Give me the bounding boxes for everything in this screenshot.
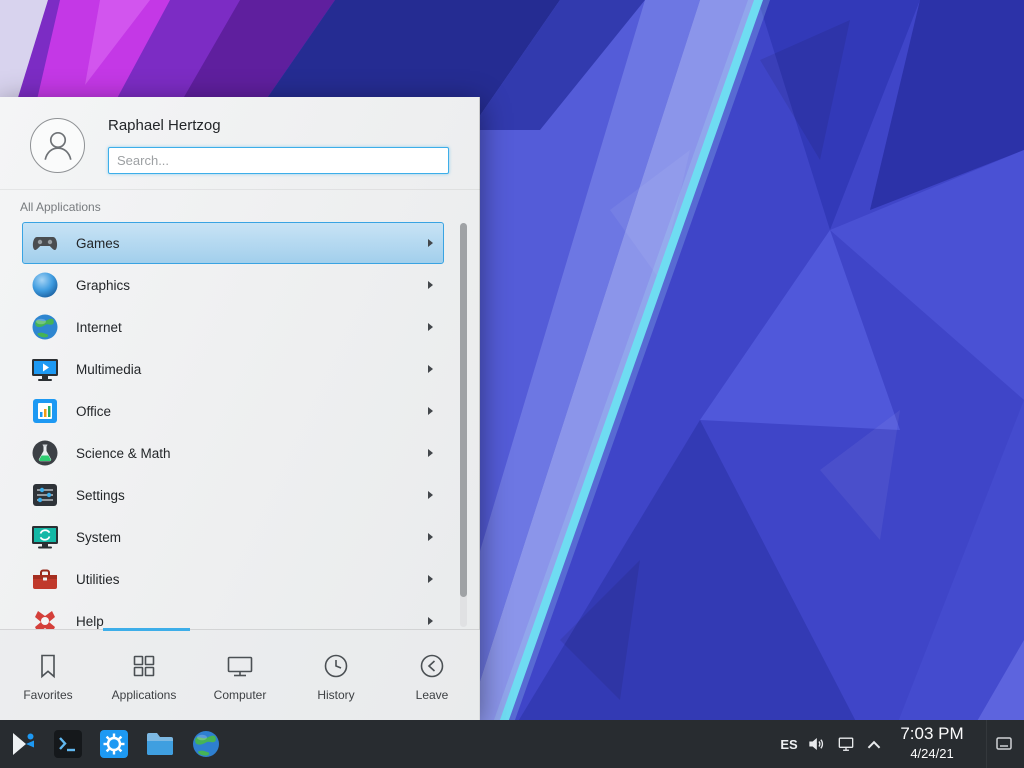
user-name: Raphael Hertzog [108,117,221,134]
network-icon [836,734,856,754]
search-input[interactable] [108,147,449,174]
network-tray-button[interactable] [836,734,856,754]
tab-favorites[interactable]: Favorites [0,630,96,720]
section-label: All Applications [20,200,101,214]
submenu-arrow-icon [428,323,433,331]
file-manager-icon [144,728,176,760]
office-icon [29,395,61,427]
science-icon [29,437,61,469]
taskbar-panel: ES 7:03 PM 4/24/21 [0,720,1024,768]
desktop: Raphael Hertzog All Applications Games G… [0,0,1024,768]
app-launcher-button[interactable] [6,728,38,760]
category-row-games[interactable]: Games [22,222,444,264]
favorites-tab-icon [33,651,63,681]
launcher-header: Raphael Hertzog [0,97,480,190]
system-settings-icon [98,728,130,760]
tab-applications[interactable]: Applications [96,630,192,720]
submenu-arrow-icon [428,407,433,415]
submenu-arrow-icon [428,491,433,499]
applications-tab-icon [129,651,159,681]
category-list: Games Graphics Internet [0,222,480,629]
terminal-icon [52,728,84,760]
keyboard-layout-indicator[interactable]: ES [776,720,802,768]
chevron-up-icon [864,735,884,755]
settings-icon [29,479,61,511]
category-row-multimedia[interactable]: Multimedia [22,348,444,390]
category-row-settings[interactable]: Settings [22,474,444,516]
clock-date: 4/24/21 [888,745,976,762]
games-icon [29,227,61,259]
submenu-arrow-icon [428,239,433,247]
app-launcher-icon [6,728,38,760]
category-row-office[interactable]: Office [22,390,444,432]
user-avatar[interactable] [30,118,85,173]
show-desktop-button[interactable] [986,720,1020,768]
web-browser-button[interactable] [190,728,222,760]
category-row-science-math[interactable]: Science & Math [22,432,444,474]
tab-computer[interactable]: Computer [192,630,288,720]
category-row-utilities[interactable]: Utilities [22,558,444,600]
internet-icon [29,311,61,343]
file-manager-button[interactable] [144,728,176,760]
category-row-help[interactable]: Help [22,600,444,629]
category-scrollbar-track[interactable] [460,223,467,627]
volume-icon [806,734,826,754]
submenu-arrow-icon [428,281,433,289]
submenu-arrow-icon [428,617,433,625]
category-row-system[interactable]: System [22,516,444,558]
submenu-arrow-icon [428,533,433,541]
history-tab-icon [321,651,351,681]
category-scrollbar-thumb[interactable] [460,223,467,597]
web-browser-icon [190,728,222,760]
computer-tab-icon [225,651,255,681]
submenu-arrow-icon [428,365,433,373]
terminal-button[interactable] [52,728,84,760]
help-icon [29,605,61,629]
system-settings-button[interactable] [98,728,130,760]
multimedia-icon [29,353,61,385]
leave-tab-icon [417,651,447,681]
clock-time: 7:03 PM [888,723,976,745]
submenu-arrow-icon [428,575,433,583]
application-launcher-menu: Raphael Hertzog All Applications Games G… [0,97,480,720]
show-desktop-icon [994,734,1014,754]
active-tab-indicator [103,628,190,631]
tray-expander-button[interactable] [864,735,882,753]
category-row-graphics[interactable]: Graphics [22,264,444,306]
graphics-icon [29,269,61,301]
user-icon [35,123,81,169]
utilities-icon [29,563,61,595]
system-icon [29,521,61,553]
digital-clock[interactable]: 7:03 PM 4/24/21 [888,723,976,762]
category-row-internet[interactable]: Internet [22,306,444,348]
launcher-tab-bar: Favorites Applications Computer History [0,629,480,720]
tab-history[interactable]: History [288,630,384,720]
tab-leave[interactable]: Leave [384,630,480,720]
volume-tray-button[interactable] [806,734,826,754]
submenu-arrow-icon [428,449,433,457]
